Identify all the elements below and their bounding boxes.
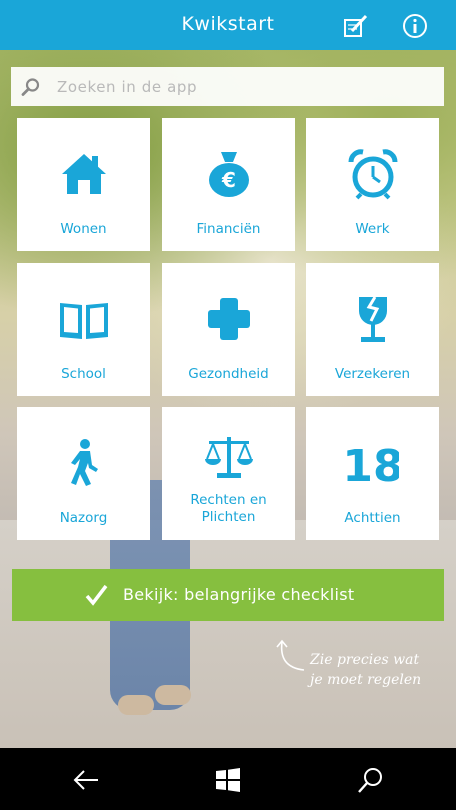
svg-text:€: €: [221, 168, 236, 192]
checkmark-icon: [85, 584, 108, 606]
search-icon: [21, 78, 40, 96]
info-icon[interactable]: [402, 13, 428, 39]
tile-label: Wonen: [60, 221, 107, 237]
book-icon: [60, 303, 108, 339]
search-bar[interactable]: Zoeken in de app: [11, 67, 444, 106]
app-header: Kwikstart: [0, 0, 456, 50]
windows-logo-icon[interactable]: [214, 766, 242, 794]
tile-label: Rechten en Plichten: [190, 492, 267, 525]
tile-label: School: [61, 366, 106, 382]
tile-werk[interactable]: Werk: [306, 118, 439, 251]
walking-person-icon: [71, 439, 98, 486]
app-title: Kwikstart: [181, 13, 275, 35]
svg-text:18: 18: [347, 441, 399, 489]
curved-arrow-icon: [276, 639, 305, 671]
back-arrow-icon[interactable]: [72, 766, 100, 794]
tile-achttien[interactable]: 18 Achttien: [306, 407, 439, 540]
notebook-pencil-icon[interactable]: [342, 13, 368, 39]
background-shoe: [155, 685, 191, 705]
background-ground: [0, 520, 456, 748]
tile-label: Nazorg: [59, 510, 108, 526]
checklist-button[interactable]: Bekijk: belangrijke checklist: [12, 569, 444, 621]
tile-gezondheid[interactable]: Gezondheid: [162, 263, 295, 396]
tile-label: Achttien: [344, 510, 401, 526]
search-icon[interactable]: [357, 766, 385, 794]
tile-label: Verzekeren: [334, 366, 411, 382]
checklist-label: Bekijk: belangrijke checklist: [123, 585, 355, 604]
system-nav-bar: [0, 748, 456, 810]
tile-financien[interactable]: € Financiën: [162, 118, 295, 251]
hint-line-2: je moet regelen: [310, 672, 422, 688]
tile-label: Gezondheid: [188, 366, 269, 382]
tile-verzekeren[interactable]: Verzekeren: [306, 263, 439, 396]
hint-line-1: Zie precies wat: [310, 652, 420, 668]
broken-glass-icon: [359, 296, 387, 342]
money-bag-icon: €: [209, 152, 249, 197]
medical-cross-icon: [208, 298, 250, 340]
tile-rechten-en-plichten[interactable]: Rechten en Plichten: [162, 407, 295, 540]
checklist-hint: Zie precies wat je moet regelen: [276, 639, 422, 690]
scales-icon: [205, 437, 253, 478]
tile-wonen[interactable]: Wonen: [17, 118, 150, 251]
tile-nazorg[interactable]: Nazorg: [17, 407, 150, 540]
tile-label: Financiën: [196, 221, 261, 237]
tile-school[interactable]: School: [17, 263, 150, 396]
eighteen-icon: 18: [347, 441, 399, 489]
background-shoe: [118, 695, 154, 715]
alarm-clock-icon: [348, 149, 398, 200]
tile-label: Werk: [355, 221, 390, 237]
search-input[interactable]: Zoeken in de app: [57, 78, 197, 96]
house-icon: [62, 154, 106, 194]
